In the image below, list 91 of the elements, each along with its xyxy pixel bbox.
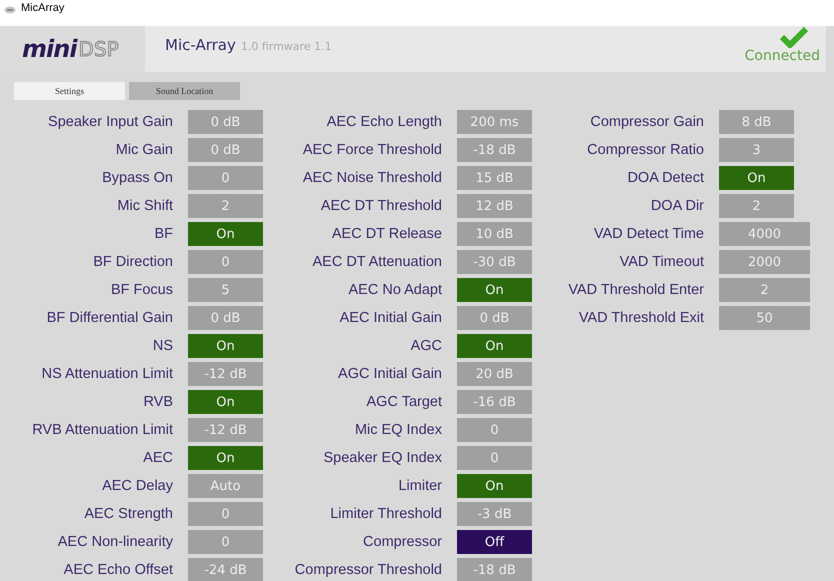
value-field[interactable]: 50: [719, 306, 810, 330]
tab[interactable]: Sound Location: [129, 82, 240, 100]
value-field[interactable]: -12 dB: [188, 362, 263, 386]
app-icon: [4, 6, 16, 14]
value-field[interactable]: 3: [719, 138, 794, 162]
setting-label: BF: [153, 225, 173, 244]
value-field[interactable]: 200 ms: [457, 110, 532, 134]
setting-label: AEC DT Attenuation: [311, 253, 442, 272]
tab[interactable]: Settings: [14, 82, 125, 100]
setting-label: AGC Initial Gain: [337, 365, 442, 384]
setting-label: AGC Target: [366, 393, 442, 412]
setting-label: AEC DT Threshold: [320, 197, 442, 216]
setting-label: VAD Threshold Enter: [567, 281, 704, 300]
value-field[interactable]: 0: [457, 418, 532, 442]
value-field[interactable]: -30 dB: [457, 250, 532, 274]
setting-label: AEC DT Release: [330, 225, 442, 244]
value-field[interactable]: 2: [719, 194, 794, 218]
toggle-button[interactable]: On: [457, 334, 532, 358]
toggle-button[interactable]: On: [188, 334, 263, 358]
value-field[interactable]: -18 dB: [457, 558, 532, 581]
setting-label: AEC Echo Length: [326, 113, 442, 132]
version-text: 1.0 firmware 1.1: [240, 40, 332, 53]
value-field[interactable]: 0: [457, 446, 532, 470]
value-field[interactable]: -12 dB: [188, 418, 263, 442]
setting-label: Limiter Threshold: [329, 505, 442, 524]
toggle-button[interactable]: On: [188, 390, 263, 414]
setting-label: AEC Force Threshold: [302, 141, 442, 160]
setting-label: Compressor Gain: [589, 113, 704, 132]
connection-status: Connected: [744, 48, 820, 64]
setting-label: Compressor Threshold: [294, 561, 442, 580]
value-field[interactable]: 0: [188, 502, 263, 526]
toggle-button[interactable]: On: [719, 166, 794, 190]
value-field[interactable]: -3 dB: [457, 502, 532, 526]
setting-label: Speaker Input Gain: [47, 113, 173, 132]
value-field[interactable]: 20 dB: [457, 362, 532, 386]
setting-label: AGC: [410, 337, 442, 356]
setting-label: AEC Echo Offset: [62, 561, 173, 580]
value-field[interactable]: -24 dB: [188, 558, 263, 581]
setting-label: AEC Strength: [83, 505, 173, 524]
setting-label: DOA Dir: [650, 197, 704, 216]
window-title: MicArray: [21, 2, 64, 14]
value-field[interactable]: 0 dB: [188, 138, 263, 162]
setting-label: BF Direction: [92, 253, 173, 272]
value-field[interactable]: 5: [188, 278, 263, 302]
setting-label: Limiter: [397, 477, 442, 496]
toggle-button[interactable]: On: [188, 446, 263, 470]
value-field[interactable]: 10 dB: [457, 222, 532, 246]
value-field[interactable]: 0 dB: [188, 306, 263, 330]
value-field[interactable]: 12 dB: [457, 194, 532, 218]
toggle-button[interactable]: On: [457, 278, 532, 302]
value-field[interactable]: -16 dB: [457, 390, 532, 414]
value-field[interactable]: 2: [719, 278, 810, 302]
value-field[interactable]: 2000: [719, 250, 810, 274]
value-field[interactable]: 0: [188, 250, 263, 274]
setting-label: AEC Initial Gain: [338, 309, 442, 328]
toggle-button[interactable]: On: [188, 222, 263, 246]
value-field[interactable]: 8 dB: [719, 110, 794, 134]
setting-label: BF Focus: [110, 281, 173, 300]
value-field[interactable]: 4000: [719, 222, 810, 246]
setting-label: BF Differential Gain: [46, 309, 173, 328]
setting-label: NS Attenuation Limit: [40, 365, 173, 384]
value-field[interactable]: 0: [188, 530, 263, 554]
product-name: Mic-Array: [165, 36, 236, 54]
toggle-button[interactable]: On: [457, 474, 532, 498]
setting-label: AEC Noise Threshold: [302, 169, 442, 188]
value-field[interactable]: -18 dB: [457, 138, 532, 162]
setting-label: NS: [152, 337, 173, 356]
value-field[interactable]: Auto: [188, 474, 263, 498]
setting-label: RVB: [142, 393, 173, 412]
value-field[interactable]: 0: [188, 166, 263, 190]
setting-label: RVB Attenuation Limit: [31, 421, 173, 440]
setting-label: VAD Timeout: [618, 253, 704, 272]
setting-label: Speaker EQ Index: [322, 449, 442, 468]
setting-label: AEC Delay: [101, 477, 173, 496]
value-field[interactable]: 15 dB: [457, 166, 532, 190]
toggle-button[interactable]: Off: [457, 530, 532, 554]
setting-label: VAD Detect Time: [592, 225, 704, 244]
value-field[interactable]: 0 dB: [188, 110, 263, 134]
setting-label: Mic Shift: [116, 197, 173, 216]
setting-label: AEC: [142, 449, 173, 468]
setting-label: Mic Gain: [114, 141, 173, 160]
setting-label: AEC Non-linearity: [56, 533, 173, 552]
setting-label: Mic EQ Index: [354, 421, 442, 440]
setting-label: Compressor: [362, 533, 442, 552]
value-field[interactable]: 2: [188, 194, 263, 218]
setting-label: VAD Threshold Exit: [578, 309, 704, 328]
setting-label: DOA Detect: [626, 169, 704, 188]
setting-label: Compressor Ratio: [586, 141, 704, 160]
setting-label: AEC No Adapt: [348, 281, 442, 300]
setting-label: Bypass On: [101, 169, 173, 188]
value-field[interactable]: 0 dB: [457, 306, 532, 330]
